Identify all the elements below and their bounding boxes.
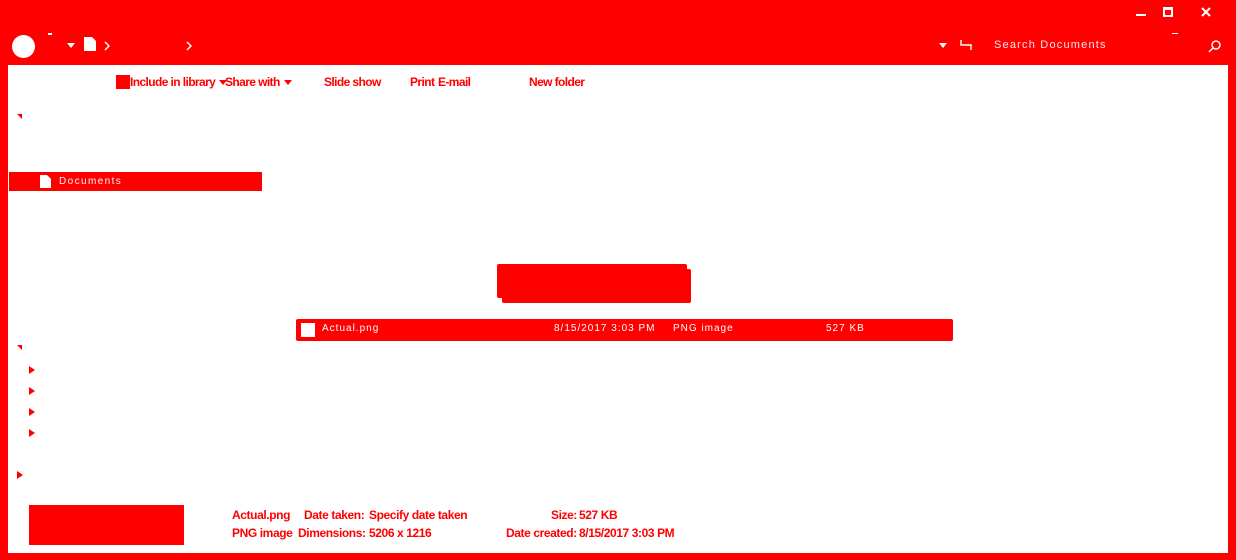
include-in-library-label: Include in library — [130, 75, 216, 89]
title-bar: Search Documents — [0, 0, 1236, 62]
expand-icon[interactable] — [17, 114, 22, 119]
share-with-button[interactable]: Share with — [225, 75, 292, 89]
collapse-icon[interactable] — [29, 408, 35, 416]
expand-icon[interactable] — [17, 345, 22, 350]
size-label: Size: — [551, 508, 578, 522]
folder-icon — [40, 175, 51, 188]
date-taken-value[interactable]: Specify date taken — [369, 508, 468, 522]
thumbnail — [29, 505, 184, 545]
dropdown-icon[interactable] — [66, 42, 76, 50]
search-input[interactable]: Search Documents — [994, 39, 1107, 51]
file-icon — [301, 323, 315, 337]
window-close-icon — [1201, 7, 1211, 17]
library-header-shadow — [502, 269, 691, 303]
dropdown-icon — [283, 80, 292, 86]
file-size: 527 KB — [826, 323, 865, 334]
window-minimize-icon — [1136, 14, 1146, 16]
dropdown-icon[interactable] — [938, 42, 948, 50]
file-type: PNG image — [673, 323, 734, 334]
date-taken-label: Date taken: — [304, 508, 365, 522]
date-created-value: 8/15/2017 3:03 PM — [579, 526, 675, 540]
details-filetype: PNG image — [232, 526, 293, 540]
back-circle-icon[interactable] — [12, 35, 35, 58]
folder-icon — [84, 37, 96, 51]
minimize-button[interactable] — [1130, 4, 1152, 20]
nav-item-selected[interactable]: Documents — [9, 172, 262, 191]
refresh-icon[interactable] — [958, 38, 974, 52]
file-name: Actual.png — [322, 323, 380, 334]
window-maximize-icon — [1163, 7, 1173, 17]
share-with-label: Share with — [225, 75, 280, 89]
forward-mark — [48, 33, 52, 35]
size-value: 527 KB — [579, 508, 618, 522]
chevron-right-icon[interactable] — [104, 41, 110, 51]
collapse-icon[interactable] — [29, 429, 35, 437]
explorer-pane: Include in library Share with Slide show… — [8, 65, 1228, 553]
nav-item-label: Documents — [59, 176, 123, 187]
date-created-label: Date created: — [506, 526, 577, 540]
file-date: 8/15/2017 3:03 PM — [554, 323, 656, 334]
table-row[interactable]: Actual.png 8/15/2017 3:03 PM PNG image 5… — [296, 319, 953, 341]
chevron-right-icon[interactable] — [186, 41, 192, 51]
slide-show-button[interactable]: Slide show — [324, 75, 381, 89]
include-in-library-button[interactable]: Include in library — [130, 75, 228, 89]
search-divider — [1172, 33, 1178, 34]
organize-icon[interactable] — [116, 75, 130, 89]
search-icon[interactable] — [1208, 39, 1222, 53]
print-button[interactable]: Print — [410, 75, 435, 89]
maximize-button[interactable] — [1157, 4, 1179, 20]
details-filename: Actual.png — [232, 508, 290, 522]
dimensions-label: Dimensions: — [298, 526, 366, 540]
dimensions-value: 5206 x 1216 — [369, 526, 432, 540]
new-folder-button[interactable]: New folder — [529, 75, 585, 89]
collapse-icon[interactable] — [29, 387, 35, 395]
email-button[interactable]: E-mail — [438, 75, 471, 89]
collapse-icon[interactable] — [17, 471, 23, 479]
close-button[interactable] — [1195, 4, 1217, 20]
collapse-icon[interactable] — [29, 366, 35, 374]
